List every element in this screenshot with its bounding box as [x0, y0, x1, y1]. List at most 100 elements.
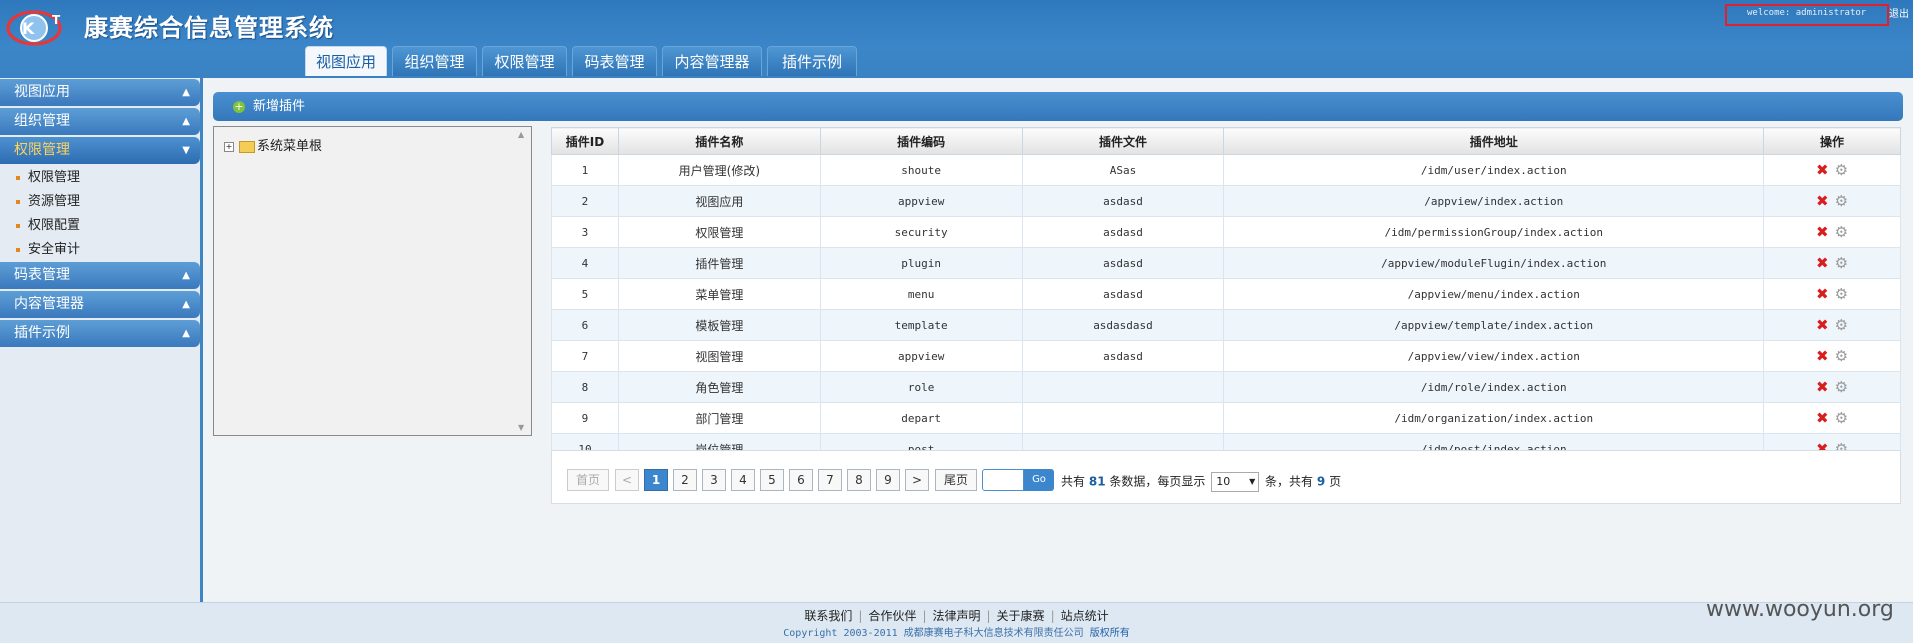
sidebar-section-org[interactable]: 组织管理 ▲	[0, 108, 200, 135]
page-6-button[interactable]: 6	[789, 469, 813, 491]
gear-icon[interactable]: ⚙	[1835, 285, 1848, 303]
page-size-value: 10	[1216, 475, 1231, 488]
footer-link-about[interactable]: 关于康赛	[997, 609, 1045, 623]
column-header-id[interactable]: 插件ID	[551, 127, 619, 155]
sidebar-item-permission[interactable]: 权限管理	[0, 166, 200, 190]
table-row[interactable]: 8 角色管理 role/idm/role/index.action ✖ ⚙	[551, 371, 1901, 403]
tab-content-manager[interactable]: 内容管理器	[662, 46, 762, 76]
page-9-button[interactable]: 9	[876, 469, 900, 491]
tab-org-manage[interactable]: 组织管理	[392, 46, 477, 76]
scroll-up-icon[interactable]: ▲	[518, 130, 524, 139]
delete-icon[interactable]: ✖	[1816, 223, 1829, 241]
cell-actions: ✖ ⚙	[1763, 185, 1901, 217]
copyright: Copyright 2003-2011 成都康赛电子科大信息技术有限责任公司 版…	[0, 624, 1913, 639]
delete-icon[interactable]: ✖	[1816, 347, 1829, 365]
add-plugin-button[interactable]: + 新增插件	[233, 92, 305, 121]
delete-icon[interactable]: ✖	[1816, 378, 1829, 396]
sidebar-section-content-manager[interactable]: 内容管理器 ▲	[0, 291, 200, 318]
sidebar-section-code-table[interactable]: 码表管理 ▲	[0, 262, 200, 289]
gear-icon[interactable]: ⚙	[1835, 254, 1848, 272]
prev-page-button[interactable]: <	[615, 469, 639, 491]
chevron-up-icon: ▲	[182, 270, 190, 281]
page-2-button[interactable]: 2	[673, 469, 697, 491]
page-8-button[interactable]: 8	[847, 469, 871, 491]
table-row[interactable]: 4 插件管理 plugin asdasd/appview/moduleFlugin/i…	[551, 247, 1901, 279]
cell-id: 8	[551, 371, 619, 403]
cell-file	[1021, 402, 1225, 434]
table-row[interactable]: 1 用户管理(修改) shoute ASas/idm/user/index.actio…	[551, 154, 1901, 186]
page-4-button[interactable]: 4	[731, 469, 755, 491]
cell-url: /appview/view/index.action	[1223, 340, 1765, 372]
page-1-button[interactable]: 1	[644, 469, 668, 491]
delete-icon[interactable]: ✖	[1816, 285, 1829, 303]
column-header-code[interactable]: 插件编码	[819, 127, 1023, 155]
rights-link[interactable]: 版权所有	[1090, 628, 1130, 639]
page-size-select[interactable]: 10 ▼	[1211, 472, 1260, 492]
logout-link[interactable]: 退出	[1889, 5, 1909, 20]
table-row[interactable]: 7 视图管理 appview asdasd/appview/view/index.ac…	[551, 340, 1901, 372]
cell-code: appview	[819, 340, 1023, 372]
delete-icon[interactable]: ✖	[1816, 316, 1829, 334]
cell-name: 视图应用	[617, 185, 821, 217]
tab-code-table-manage[interactable]: 码表管理	[572, 46, 657, 76]
app-title: 康赛综合信息管理系统	[84, 14, 334, 42]
column-header-file[interactable]: 插件文件	[1021, 127, 1225, 155]
footer-separator: |	[858, 609, 863, 623]
cell-code: appview	[819, 185, 1023, 217]
next-page-button[interactable]: >	[905, 469, 929, 491]
delete-icon[interactable]: ✖	[1816, 409, 1829, 427]
gear-icon[interactable]: ⚙	[1835, 347, 1848, 365]
svg-text:K: K	[22, 19, 35, 38]
first-page-button[interactable]: 首页	[567, 469, 609, 491]
cell-file: ASas	[1021, 154, 1225, 186]
gear-icon[interactable]: ⚙	[1835, 192, 1848, 210]
table-row[interactable]: 3 权限管理 security asdasd/idm/permissionGroup/…	[551, 216, 1901, 248]
table-row[interactable]: 6 模板管理 template asdasdasd/appview/template/…	[551, 309, 1901, 341]
table-row[interactable]: 9 部门管理 depart/idm/organization/index.actio…	[551, 402, 1901, 434]
column-header-url[interactable]: 插件地址	[1223, 127, 1765, 155]
expand-icon[interactable]: +	[224, 141, 234, 152]
cell-id: 2	[551, 185, 619, 217]
delete-icon[interactable]: ✖	[1816, 254, 1829, 272]
gear-icon[interactable]: ⚙	[1835, 223, 1848, 241]
gear-icon[interactable]: ⚙	[1835, 316, 1848, 334]
cell-id: 7	[551, 340, 619, 372]
sidebar-item-permission-config[interactable]: 权限配置	[0, 214, 200, 238]
sidebar-section-view-app[interactable]: 视图应用 ▲	[0, 79, 200, 106]
gear-icon[interactable]: ⚙	[1835, 409, 1848, 427]
chevron-up-icon: ▲	[182, 116, 190, 127]
go-button[interactable]: Go	[1024, 469, 1054, 491]
table-row[interactable]: 2 视图应用 appview asdasd/appview/index.action ✖…	[551, 185, 1901, 217]
gear-icon[interactable]: ⚙	[1835, 378, 1848, 396]
cell-name: 角色管理	[617, 371, 821, 403]
tree-node-root[interactable]: + 系统菜单根	[224, 135, 322, 154]
cell-name: 权限管理	[617, 216, 821, 248]
menu-tree-panel: + 系统菜单根 ▲ ▼	[213, 126, 532, 436]
sidebar-divider	[200, 78, 203, 602]
delete-icon[interactable]: ✖	[1816, 161, 1829, 179]
footer-link-partners[interactable]: 合作伙伴	[868, 609, 916, 623]
tab-plugin-examples[interactable]: 插件示例	[767, 46, 857, 76]
delete-icon[interactable]: ✖	[1816, 192, 1829, 210]
column-header-name[interactable]: 插件名称	[617, 127, 821, 155]
sidebar-item-resource[interactable]: 资源管理	[0, 190, 200, 214]
page-5-button[interactable]: 5	[760, 469, 784, 491]
table-row[interactable]: 5 菜单管理 menu asdasd/appview/menu/index.actio…	[551, 278, 1901, 310]
page-3-button[interactable]: 3	[702, 469, 726, 491]
page-7-button[interactable]: 7	[818, 469, 842, 491]
footer-link-legal[interactable]: 法律声明	[932, 609, 980, 623]
tab-permission-manage[interactable]: 权限管理	[482, 46, 567, 76]
sidebar-item-security-audit[interactable]: 安全审计	[0, 238, 200, 262]
footer-link-contact[interactable]: 联系我们	[804, 609, 852, 623]
sidebar-section-plugin-examples[interactable]: 插件示例 ▲	[0, 320, 200, 347]
sidebar-section-permission[interactable]: 权限管理 ▼	[0, 137, 200, 164]
scroll-down-icon[interactable]: ▼	[518, 423, 524, 432]
tree-scrollbar[interactable]: ▲ ▼	[516, 128, 530, 434]
tab-view-app[interactable]: 视图应用	[305, 46, 387, 76]
last-page-button[interactable]: 尾页	[935, 469, 977, 491]
svg-text:T: T	[52, 13, 61, 27]
gear-icon[interactable]: ⚙	[1835, 161, 1848, 179]
welcome-text: welcome: administrator	[1725, 4, 1889, 26]
footer-link-stats[interactable]: 站点统计	[1061, 609, 1109, 623]
page-number-input[interactable]	[982, 469, 1024, 491]
